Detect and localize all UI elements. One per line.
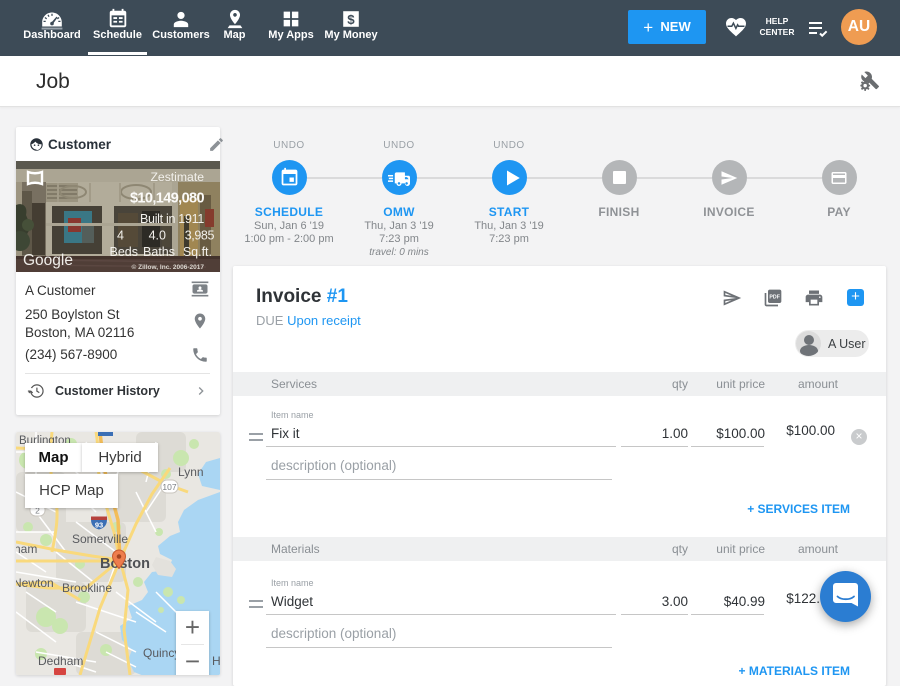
svg-text:4.0: 4.0: [149, 229, 166, 243]
svg-text:© Zillow, Inc. 2006-2017: © Zillow, Inc. 2006-2017: [132, 263, 205, 271]
svg-text:PDF: PDF: [769, 295, 780, 301]
svg-text:Lynn: Lynn: [178, 465, 204, 479]
svg-text:Newton: Newton: [16, 576, 54, 590]
svg-text:Zestimate: Zestimate: [150, 170, 204, 184]
svg-text:ham: ham: [16, 542, 37, 556]
svg-text:$: $: [347, 12, 355, 27]
svg-text:Brookline: Brookline: [62, 581, 112, 595]
svg-text:Google: Google: [23, 252, 73, 269]
svg-text:Beds: Beds: [110, 245, 139, 259]
svg-text:Somerville: Somerville: [72, 532, 128, 546]
svg-text:93: 93: [95, 521, 103, 530]
svg-text:Baths: Baths: [143, 245, 175, 259]
svg-text:Hi: Hi: [212, 654, 220, 668]
svg-text:Built in 1911: Built in 1911: [140, 212, 204, 226]
svg-text:3,985: 3,985: [185, 229, 215, 243]
svg-text:4: 4: [117, 229, 124, 243]
svg-text:107: 107: [162, 482, 176, 492]
svg-text:Quincy: Quincy: [143, 646, 180, 660]
svg-text:Dedham: Dedham: [38, 654, 83, 668]
svg-text:$10,149,080: $10,149,080: [130, 191, 205, 207]
svg-text:Sq.ft.: Sq.ft.: [183, 245, 212, 259]
